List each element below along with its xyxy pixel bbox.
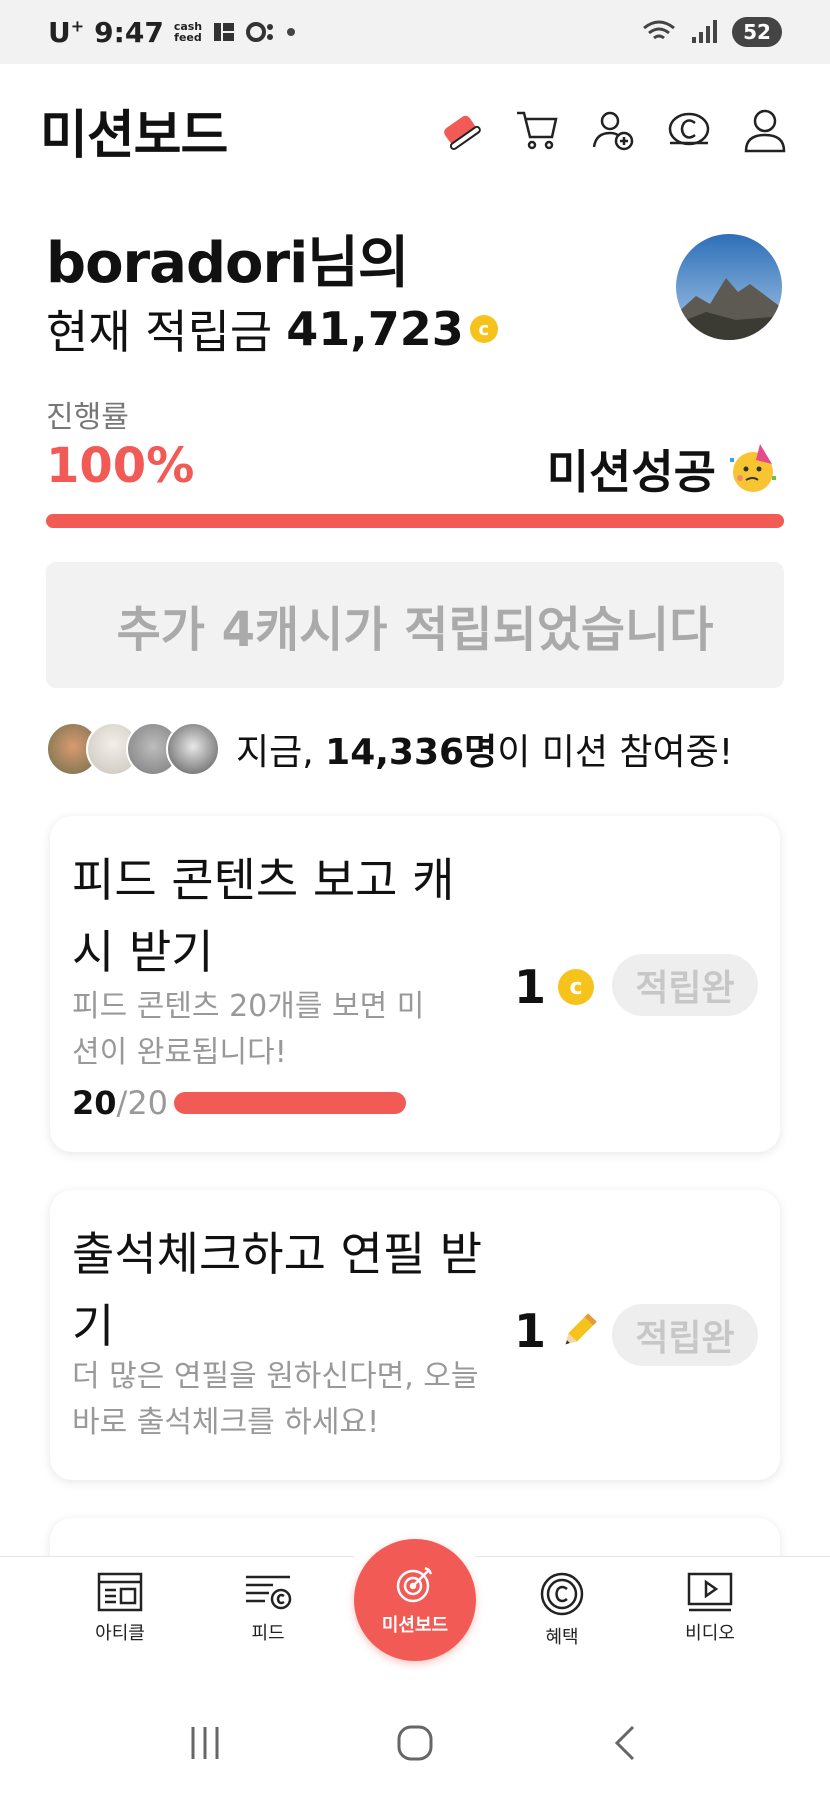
mission-description: 더 많은 연필을 원하신다면, 오늘 바로 출석체크를 하세요! [72,1359,479,1440]
coin-icon: c [469,315,498,343]
page-title: 미션보드 [40,105,228,166]
coin-circle-icon [540,1572,584,1616]
signal-icon [692,20,717,43]
progress-total: /20 [116,1084,169,1122]
participants-count: 14,336명 [325,732,498,773]
system-nav [0,1688,830,1798]
nav-label: 혜택 [545,1627,579,1648]
balance-value: 41,723 [286,302,464,356]
progress-label: 진행률 [46,400,129,435]
balance-label: 현재 적립금 [46,305,273,359]
mission-progress-bar [174,1092,407,1114]
mission-card[interactable]: 출석체크하고 연필 받기 더 많은 연필을 원하신다면, 오늘 바로 출석체크를… [50,1190,780,1480]
bonus-message: 추가 4캐시가 적립되었습니다 [46,562,784,688]
cart-icon[interactable] [512,105,562,155]
article-icon [97,1572,143,1612]
nav-mission-board[interactable]: 미션보드 [354,1539,476,1661]
carrier-label: U+ [48,15,85,49]
participants-suffix: 이 미션 참여중! [497,732,734,773]
nav-video[interactable]: 비디오 [650,1571,770,1645]
clock: 9:47 [94,15,164,49]
party-face-icon [730,444,776,492]
mission-progress-fill [46,514,784,528]
reward-amount: 1 [514,1304,547,1358]
nav-label: 미션보드 [381,1615,449,1636]
participant-avatars [46,722,220,776]
participants-row: 지금, 14,336명 이 미션 참여중! [46,722,733,776]
nav-label: 비디오 [685,1623,735,1644]
mission-status-text: 미션성공 [546,445,716,499]
balance-row: 현재 적립금 41,723 c [46,296,498,362]
mission-progress-bar [46,514,784,528]
recorder-notification-icon [246,22,274,42]
mission-description: 피드 콘텐츠 20개를 보면 미션이 완료됩니다! [72,989,425,1070]
add-friend-icon[interactable] [588,105,638,155]
profile-icon[interactable] [740,105,790,155]
reward-amount: 1 [514,960,547,1014]
recent-apps-icon[interactable] [185,1723,225,1763]
nav-label: 아티클 [95,1623,145,1644]
battery-indicator: 52 [732,17,782,47]
mission-success-label: 미션성공 [547,436,780,502]
back-icon[interactable] [605,1723,645,1763]
shoe-icon[interactable] [436,105,486,155]
reward-claimed-button[interactable]: 적립완 [612,954,758,1016]
target-icon [396,1566,433,1603]
nav-label: 피드 [251,1623,285,1644]
mission-progress: 20 /20 [72,1084,407,1122]
pencil-icon [565,1313,597,1345]
mission-title: 피드 콘텐츠 보고 캐시 받기 [72,853,455,979]
wifi-icon [643,20,675,40]
more-notifications-icon [287,28,296,36]
mission-title: 출석체크하고 연필 받기 [72,1227,483,1353]
mission-card[interactable]: 피드 콘텐츠 보고 캐시 받기 피드 콘텐츠 20개를 보면 미션이 완료됩니다… [50,816,780,1152]
avatar [166,722,220,776]
gallery-notification-icon [214,23,235,41]
progress-done: 20 [72,1084,117,1122]
video-icon [687,1572,733,1612]
nav-feed[interactable]: 피드 [208,1571,328,1645]
cashfeed-indicator: cash feed [173,20,203,44]
participants-prefix: 지금, [236,732,314,773]
mission-reward: 1 c [514,960,595,1014]
app-header: 미션보드 [40,90,790,170]
user-greeting: boradori님의 [46,231,409,296]
feed-icon [246,1575,292,1610]
avatar[interactable] [676,234,782,340]
nav-article[interactable]: 아티클 [60,1571,180,1645]
cash-coin-icon[interactable] [664,105,714,155]
progress-percent: 100% [46,438,195,494]
reward-claimed-button[interactable]: 적립완 [612,1304,758,1366]
coin-icon: c [558,969,595,1005]
nav-benefits[interactable]: 혜택 [502,1571,622,1649]
status-bar: U+ 9:47 cash feed 52 [0,0,830,64]
mission-reward: 1 [514,1304,600,1358]
bottom-nav: 아티클 피드 미션보드 혜택 비디오 [0,1529,830,1688]
home-icon[interactable] [395,1723,435,1763]
